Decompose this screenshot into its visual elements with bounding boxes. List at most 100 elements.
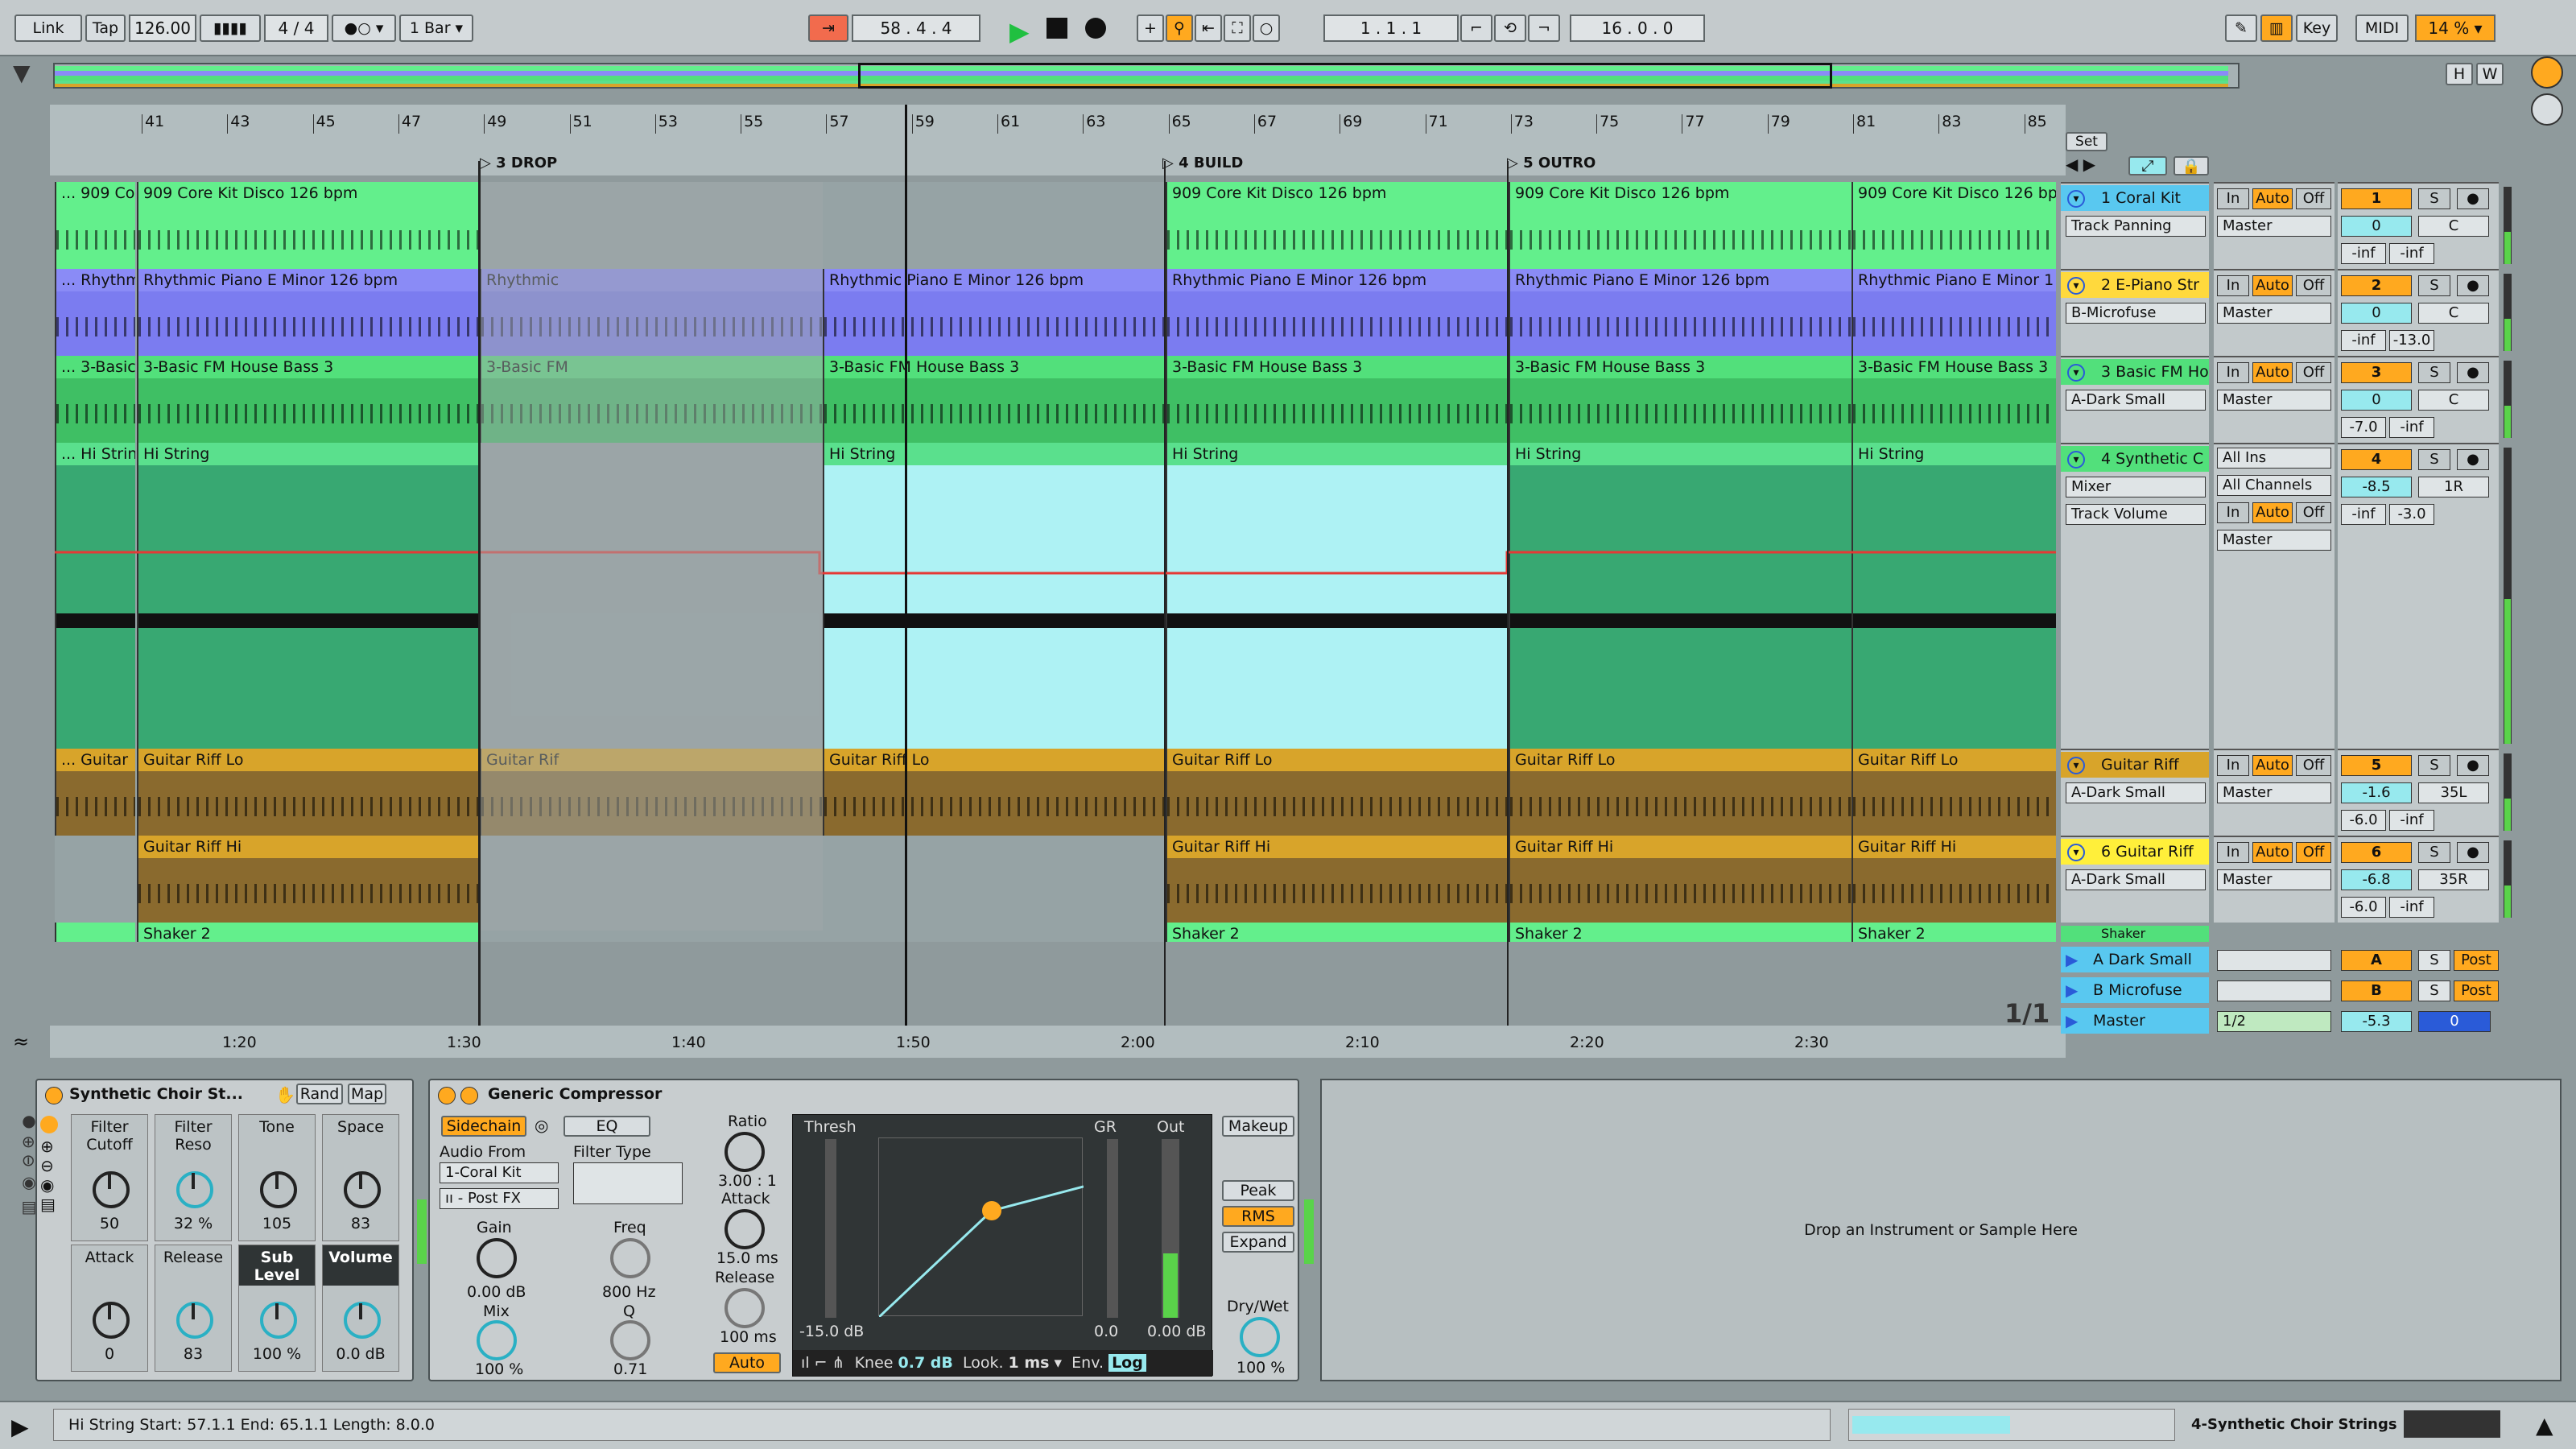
log-toggle[interactable]: Log — [1108, 1354, 1146, 1372]
key-map-button[interactable]: Key — [2296, 14, 2338, 42]
arrangement-clip[interactable]: ... 3-Basic — [55, 356, 135, 443]
arrangement-clip[interactable]: 909 Core Kit Disco 126 bpm — [1166, 182, 1509, 269]
output-dropdown[interactable]: Master — [2217, 216, 2331, 237]
knee-value[interactable]: 0.7 dB — [898, 1354, 953, 1372]
output-dropdown[interactable]: Master — [2217, 869, 2331, 890]
monitor-off-button[interactable]: Off — [2296, 842, 2331, 863]
overdub-icon[interactable]: + — [1137, 14, 1164, 42]
arrangement-clip[interactable]: Rhythmic Piano E Minor 1 — [1852, 269, 2056, 356]
track-activator[interactable]: 2 — [2341, 275, 2412, 296]
track-activator[interactable]: 5 — [2341, 755, 2412, 776]
headphone-icon[interactable]: ◎ — [535, 1116, 548, 1135]
arrangement-clip[interactable]: Rhythmic Piano E Minor 126 bpm — [823, 269, 1166, 356]
macro-control[interactable]: Volume 0.0 dB — [322, 1245, 399, 1372]
play-icon[interactable]: ▶ — [1009, 16, 1030, 47]
overview-viewport[interactable] — [858, 63, 1832, 89]
arm-button[interactable]: ● — [2457, 362, 2489, 383]
device-chooser[interactable]: A-Dark Small — [2066, 782, 2206, 803]
fold-track-icon[interactable]: ▾ — [2067, 757, 2085, 774]
overview-toggle-icon[interactable]: ▼ — [13, 60, 31, 86]
monitor-off-button[interactable]: Off — [2296, 362, 2331, 383]
arrangement-clip[interactable]: ... 909 Co — [55, 182, 135, 269]
sidechain-button[interactable]: Sidechain — [441, 1116, 526, 1137]
macro-control[interactable]: Filter Reso 32 % — [155, 1114, 232, 1241]
drop-zone[interactable]: Drop an Instrument or Sample Here — [1320, 1079, 2562, 1381]
tap-button[interactable]: Tap — [85, 14, 126, 42]
tempo-field[interactable]: 126.00 — [129, 14, 196, 42]
return-output-dropdown[interactable] — [2217, 950, 2331, 971]
solo-button[interactable]: S — [2418, 755, 2450, 776]
cue-output-dropdown[interactable]: 1/2 — [2217, 1011, 2331, 1032]
automation-arm-icon[interactable]: ⚲ — [1166, 14, 1193, 42]
arrangement-clip[interactable]: 909 Core Kit Disco 126 bpm — [1852, 182, 2056, 269]
arrangement-clip[interactable]: Guitar Riff Hi — [137, 836, 480, 923]
macro-control[interactable]: Sub Level 100 % — [238, 1245, 316, 1372]
nudge-icon[interactable]: ▮▮▮▮ — [200, 14, 261, 42]
macro-control[interactable]: Tone 105 — [238, 1114, 316, 1241]
macro-knob[interactable] — [176, 1171, 213, 1208]
monitor-auto-button[interactable]: Auto — [2252, 502, 2293, 523]
compressor-display[interactable]: Thresh GR Out -15.0 dB 0.0 0.00 dB ıl ⌐ … — [792, 1114, 1213, 1377]
arrangement-clip[interactable]: Rhythmic Piano E Minor 126 bpm — [1509, 269, 1852, 356]
monitor-auto-button[interactable]: Auto — [2252, 188, 2293, 209]
device-toggle-icon[interactable]: ▲ — [2536, 1412, 2553, 1439]
monitor-off-button[interactable]: Off — [2296, 502, 2331, 523]
macro-knob[interactable] — [260, 1302, 297, 1339]
peak-button[interactable]: Peak — [1222, 1180, 1294, 1201]
arrangement-clip[interactable]: Guitar Riff Hi — [1509, 836, 1852, 923]
follow-icon[interactable]: ⇥ — [808, 14, 848, 42]
time-signature-field[interactable]: 4 / 4 — [264, 14, 328, 42]
fold-track-icon[interactable]: ▾ — [2067, 844, 2085, 861]
device-chooser[interactable]: A-Dark Small — [2066, 869, 2206, 890]
transfer-curve[interactable] — [877, 1137, 1084, 1319]
return-post-button[interactable]: Post — [2454, 980, 2499, 1001]
arrangement-clip[interactable]: Guitar Riff Lo — [1166, 749, 1509, 836]
monitor-auto-button[interactable]: Auto — [2252, 362, 2293, 383]
return-post-button[interactable]: Post — [2454, 950, 2499, 971]
arrangement-clip[interactable]: Shaker 2 — [137, 923, 480, 942]
volume-field[interactable]: -8.5 — [2341, 477, 2412, 497]
track-activator[interactable]: 3 — [2341, 362, 2412, 383]
locator-outro[interactable]: ▷ 5 OUTRO — [1507, 155, 1596, 171]
locator-build[interactable]: ▷ 4 BUILD — [1162, 155, 1244, 171]
output-dropdown[interactable]: Master — [2217, 390, 2331, 411]
punch-in-icon[interactable]: ⌐ — [1460, 14, 1492, 42]
rms-button[interactable]: RMS — [1222, 1206, 1294, 1227]
volume-field[interactable]: 0 — [2341, 303, 2412, 324]
return-track-name[interactable]: A Dark Small — [2061, 947, 2209, 972]
master-pan-field[interactable]: 0 — [2418, 1011, 2491, 1032]
arrangement-clip[interactable]: 909 Core Kit Disco 126 bpm — [137, 182, 480, 269]
macro-knob[interactable] — [176, 1302, 213, 1339]
lock-icon[interactable]: 🔒 — [2174, 156, 2209, 175]
arrangement-clip[interactable]: Shaker 2 — [1509, 923, 1852, 942]
auto-release-button[interactable]: Auto — [713, 1352, 781, 1373]
solo-button[interactable]: S — [2418, 275, 2450, 296]
mix-knob[interactable] — [477, 1320, 517, 1360]
track-activator[interactable]: 1 — [2341, 188, 2412, 209]
solo-button[interactable]: S — [2418, 449, 2450, 470]
tap-point-dropdown[interactable]: ıı - Post FX — [440, 1188, 559, 1209]
loop-length-field[interactable]: 16 . 0 . 0 — [1570, 14, 1705, 42]
arrangement-clip[interactable]: Rhythmic Piano E Minor 126 bpm — [137, 269, 480, 356]
shaker-track-name[interactable]: Shaker — [2061, 926, 2209, 942]
monitor-in-button[interactable]: In — [2217, 275, 2249, 296]
map-button[interactable]: Map — [348, 1084, 386, 1104]
capture-icon[interactable]: ⛶ — [1224, 14, 1251, 42]
release-knob[interactable] — [724, 1288, 765, 1328]
arrangement-clip[interactable]: 3-Basic FM House Bass 3 — [1166, 356, 1509, 443]
arm-button[interactable]: ● — [2457, 755, 2489, 776]
master-track-name[interactable]: Master — [2061, 1008, 2209, 1034]
device-chooser[interactable]: A-Dark Small — [2066, 390, 2206, 411]
fold-track-icon[interactable]: ▾ — [2067, 364, 2085, 382]
arrangement-clip[interactable]: 3-Basic FM House Bass 3 — [823, 356, 1166, 443]
punch-out-icon[interactable]: ¬ — [1528, 14, 1560, 42]
arrangement-clip[interactable]: Guitar Riff Lo — [1852, 749, 2056, 836]
fold-track-icon[interactable]: ▾ — [2067, 277, 2085, 295]
output-dropdown[interactable]: Master — [2217, 530, 2331, 551]
monitor-auto-button[interactable]: Auto — [2252, 755, 2293, 776]
return-play-icon[interactable]: ▶ — [2066, 980, 2078, 1000]
macro-knob[interactable] — [260, 1171, 297, 1208]
drywet-knob[interactable] — [1240, 1317, 1280, 1357]
browser-toggle-icon[interactable] — [2531, 56, 2563, 89]
stop-icon[interactable] — [1046, 18, 1067, 39]
